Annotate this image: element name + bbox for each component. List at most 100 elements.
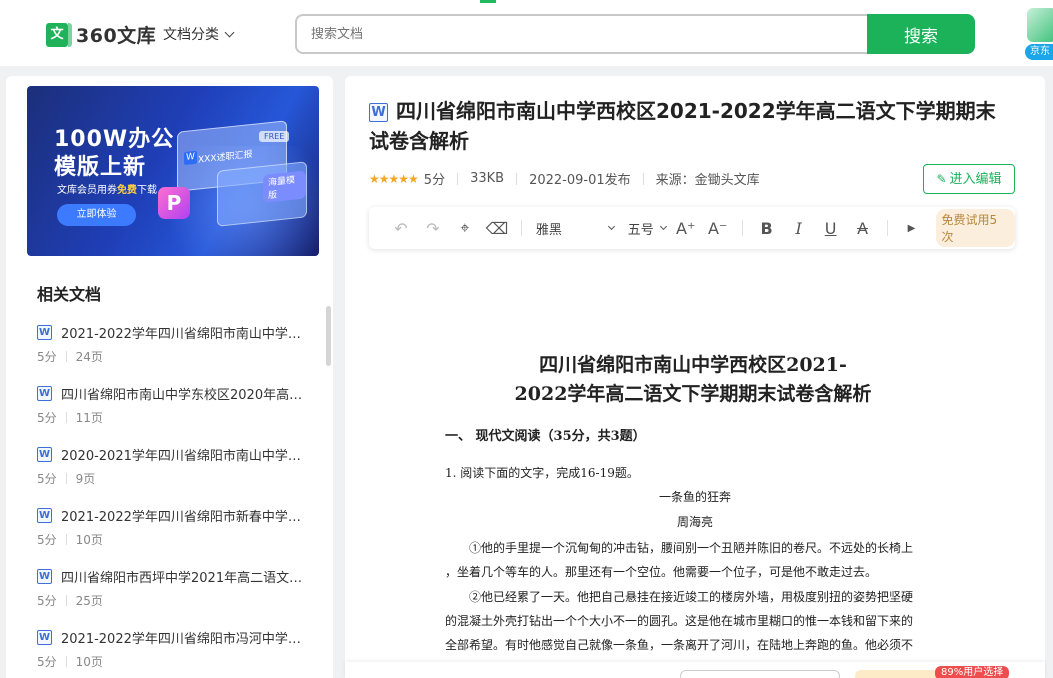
related-doc-pages: 25页 <box>75 594 103 608</box>
category-dropdown[interactable]: 文档分类 <box>163 24 235 44</box>
document-title-text: 四川省绵阳市南山中学西校区2021-2022学年高二语文下学期期末试卷含解析 <box>369 99 996 153</box>
undo-icon[interactable]: ↶ <box>385 219 417 238</box>
top-header: 文 360文库 文档分类 搜索 京东 <box>0 0 1053 66</box>
category-label: 文档分类 <box>163 27 219 43</box>
enter-edit-button[interactable]: ✎ 进入编辑 <box>923 164 1015 194</box>
font-size-value: 五号 <box>627 222 654 238</box>
site-logo[interactable]: 文 360文库 <box>46 21 156 48</box>
related-doc-score: 5分 <box>37 411 57 425</box>
font-family-value: 雅黑 <box>535 222 562 238</box>
ppt-icon: P <box>158 187 190 219</box>
search-button[interactable]: 搜索 <box>867 14 975 54</box>
jd-promo[interactable]: 京东 <box>1023 8 1053 60</box>
bottom-download-button[interactable] <box>855 670 945 678</box>
related-doc-item[interactable]: W 2021-2022学年四川省绵阳市新春中学高二语文期末试卷含解析 5分 10页 <box>37 503 312 564</box>
word-doc-icon: W <box>37 507 52 523</box>
related-doc-item[interactable]: W 2020-2021学年四川省绵阳市南山中学高二语文期末试卷含解析 5分 9页 <box>37 442 312 503</box>
divider <box>65 473 67 484</box>
toolbar-divider <box>886 220 888 236</box>
eraser-icon[interactable]: ⌫ <box>481 219 513 238</box>
word-doc-icon: W <box>369 103 388 122</box>
more-tools-icon[interactable]: ▶ <box>896 223 928 234</box>
free-trial-badge[interactable]: 免费试用5次 <box>935 209 1016 247</box>
document-page: 四川省绵阳市南山中学西校区2021- 2022学年高二语文下学期期末试卷含解析 … <box>445 351 945 678</box>
font-family-select[interactable]: 雅黑 <box>530 219 615 238</box>
word-doc-icon: W <box>37 446 52 462</box>
related-doc-item[interactable]: W 2021-2022学年四川省绵阳市冯河中学高二语文期末试卷含解析 5分 10页 <box>37 625 312 678</box>
word-doc-icon: W <box>37 324 52 340</box>
paragraph-line: ②他已经累了一天。他把自己悬挂在接近竣工的楼房外墙，用极度别扭的姿势把坚硬 <box>445 590 914 604</box>
banner-subtitle-post: 下载 <box>137 185 157 196</box>
page-heading-line1: 四川省绵阳市南山中学西校区2021- <box>539 354 847 376</box>
banner-subtitle: 文库会员用券免费下载 <box>57 181 157 196</box>
banner-headline: 100W办公 模版上新 <box>54 126 174 182</box>
related-doc-name: 2021-2022学年四川省绵阳市新春中学高二语文期末试卷含解析 <box>61 509 306 525</box>
strikethrough-icon[interactable]: A <box>847 219 879 238</box>
chevron-down-icon <box>659 222 667 230</box>
paragraph-line: ，坐着几个等车的人。那里还有一个空位。他需要一个位子，可是他不敢走过去。 <box>445 565 878 579</box>
related-doc-score: 5分 <box>37 655 57 669</box>
bold-icon[interactable]: B <box>751 219 783 238</box>
bottom-outline-button[interactable] <box>680 670 840 678</box>
loading-indicator <box>480 0 496 3</box>
divider <box>65 656 67 667</box>
redo-icon[interactable]: ↷ <box>417 219 449 238</box>
document-panel: W 四川省绵阳市南山中学西校区2021-2022学年高二语文下学期期末试卷含解析 … <box>345 76 1045 678</box>
related-docs-title: 相关文档 <box>37 285 102 304</box>
word-doc-icon: W <box>37 629 52 645</box>
divider <box>65 351 67 362</box>
document-source: 来源：金锄头文库 <box>655 173 760 188</box>
banner-cta-button[interactable]: 立即体验 <box>57 204 136 226</box>
word-doc-icon: W <box>37 385 52 401</box>
related-doc-pages: 24页 <box>75 350 103 364</box>
jd-cube-icon <box>1027 8 1053 42</box>
promo-banner[interactable]: 100W办公 模版上新 文库会员用券免费下载 立即体验 W XXX述职汇报 FR… <box>27 86 319 256</box>
banner-headline-line2: 模版上新 <box>54 155 147 180</box>
format-painter-icon[interactable]: ⌖ <box>449 218 481 238</box>
font-size-select[interactable]: 五号 <box>614 219 670 238</box>
logo-icon: 文 <box>46 22 72 47</box>
logo-text: 360文库 <box>76 25 157 47</box>
search-input[interactable] <box>295 14 895 54</box>
banner-card-label: XXX述职汇报 <box>198 149 253 166</box>
word-doc-icon: W <box>37 568 52 584</box>
divider <box>65 534 67 545</box>
pencil-icon: ✎ <box>936 172 947 186</box>
banner-subtitle-pre: 文库会员用券 <box>57 185 117 196</box>
paragraph-line: 的混凝土外壳打钻出一个个大小不一的圆孔。这是他在城市里糊口的惟一本钱和留下来的 <box>445 614 914 628</box>
document-title: W 四川省绵阳市南山中学西校区2021-2022学年高二语文下学期期末试卷含解析 <box>369 96 1009 156</box>
rating-stars: ★★★★★ <box>369 171 419 186</box>
related-doc-name: 2021-2022学年四川省绵阳市南山中学西校区高二语文下学期期末试卷含解析 <box>61 326 306 342</box>
font-grow-icon[interactable]: A⁺ <box>670 219 702 238</box>
related-doc-item[interactable]: W 四川省绵阳市西坪中学2021年高二语文期末试卷含解析 5分 25页 <box>37 564 312 625</box>
banner-card-tag: 海量模版 <box>263 170 306 203</box>
font-shrink-icon[interactable]: A⁻ <box>702 219 734 238</box>
related-doc-pages: 9页 <box>75 472 96 486</box>
related-doc-item[interactable]: W2021-2022学年四川省绵阳市南山中学西校区高二语文下学期期末试卷含解析 … <box>37 320 312 381</box>
banner-headline-line1: 100W办公 <box>54 127 175 152</box>
left-sidebar: 100W办公 模版上新 文库会员用券免费下载 立即体验 W XXX述职汇报 FR… <box>6 76 333 678</box>
sidebar-scrollbar[interactable] <box>326 306 331 366</box>
related-doc-score: 5分 <box>37 350 57 364</box>
document-score: 5分 <box>423 173 446 188</box>
page-heading: 四川省绵阳市南山中学西校区2021- 2022学年高二语文下学期期末试卷含解析 <box>441 351 945 409</box>
page-heading-line2: 2022学年高二语文下学期期末试卷含解析 <box>514 383 872 405</box>
related-doc-name: 四川省绵阳市西坪中学2021年高二语文期末试卷含解析 <box>61 570 306 586</box>
banner-subtitle-highlight: 免费 <box>117 185 137 196</box>
story-author: 周海亮 <box>676 515 713 529</box>
divider <box>457 172 459 185</box>
italic-icon[interactable]: I <box>783 219 815 238</box>
related-doc-item[interactable]: W 四川省绵阳市南山中学东校区2020年高二语文期末试卷含解析 5分 11页 <box>37 381 312 442</box>
related-doc-score: 5分 <box>37 533 57 547</box>
question-text: 1. 阅读下面的文字，完成16-19题。 <box>445 466 639 480</box>
divider <box>65 412 67 423</box>
related-doc-score: 5分 <box>37 594 57 608</box>
paragraph-line: ①他的手里提一个沉甸甸的冲击钻，腰间别一个丑陋并陈旧的卷尺。不远处的长椅上 <box>445 541 914 555</box>
document-size: 33KB <box>470 171 505 186</box>
enter-edit-label: 进入编辑 <box>949 172 1002 187</box>
divider <box>642 172 644 185</box>
related-doc-name: 2020-2021学年四川省绵阳市南山中学高二语文期末试卷含解析 <box>61 448 306 464</box>
document-meta: ★★★★★ 5分 33KB 2022-09-01发布 来源：金锄头文库 <box>369 169 760 188</box>
related-doc-score: 5分 <box>37 472 57 486</box>
underline-icon[interactable]: U <box>815 219 847 238</box>
